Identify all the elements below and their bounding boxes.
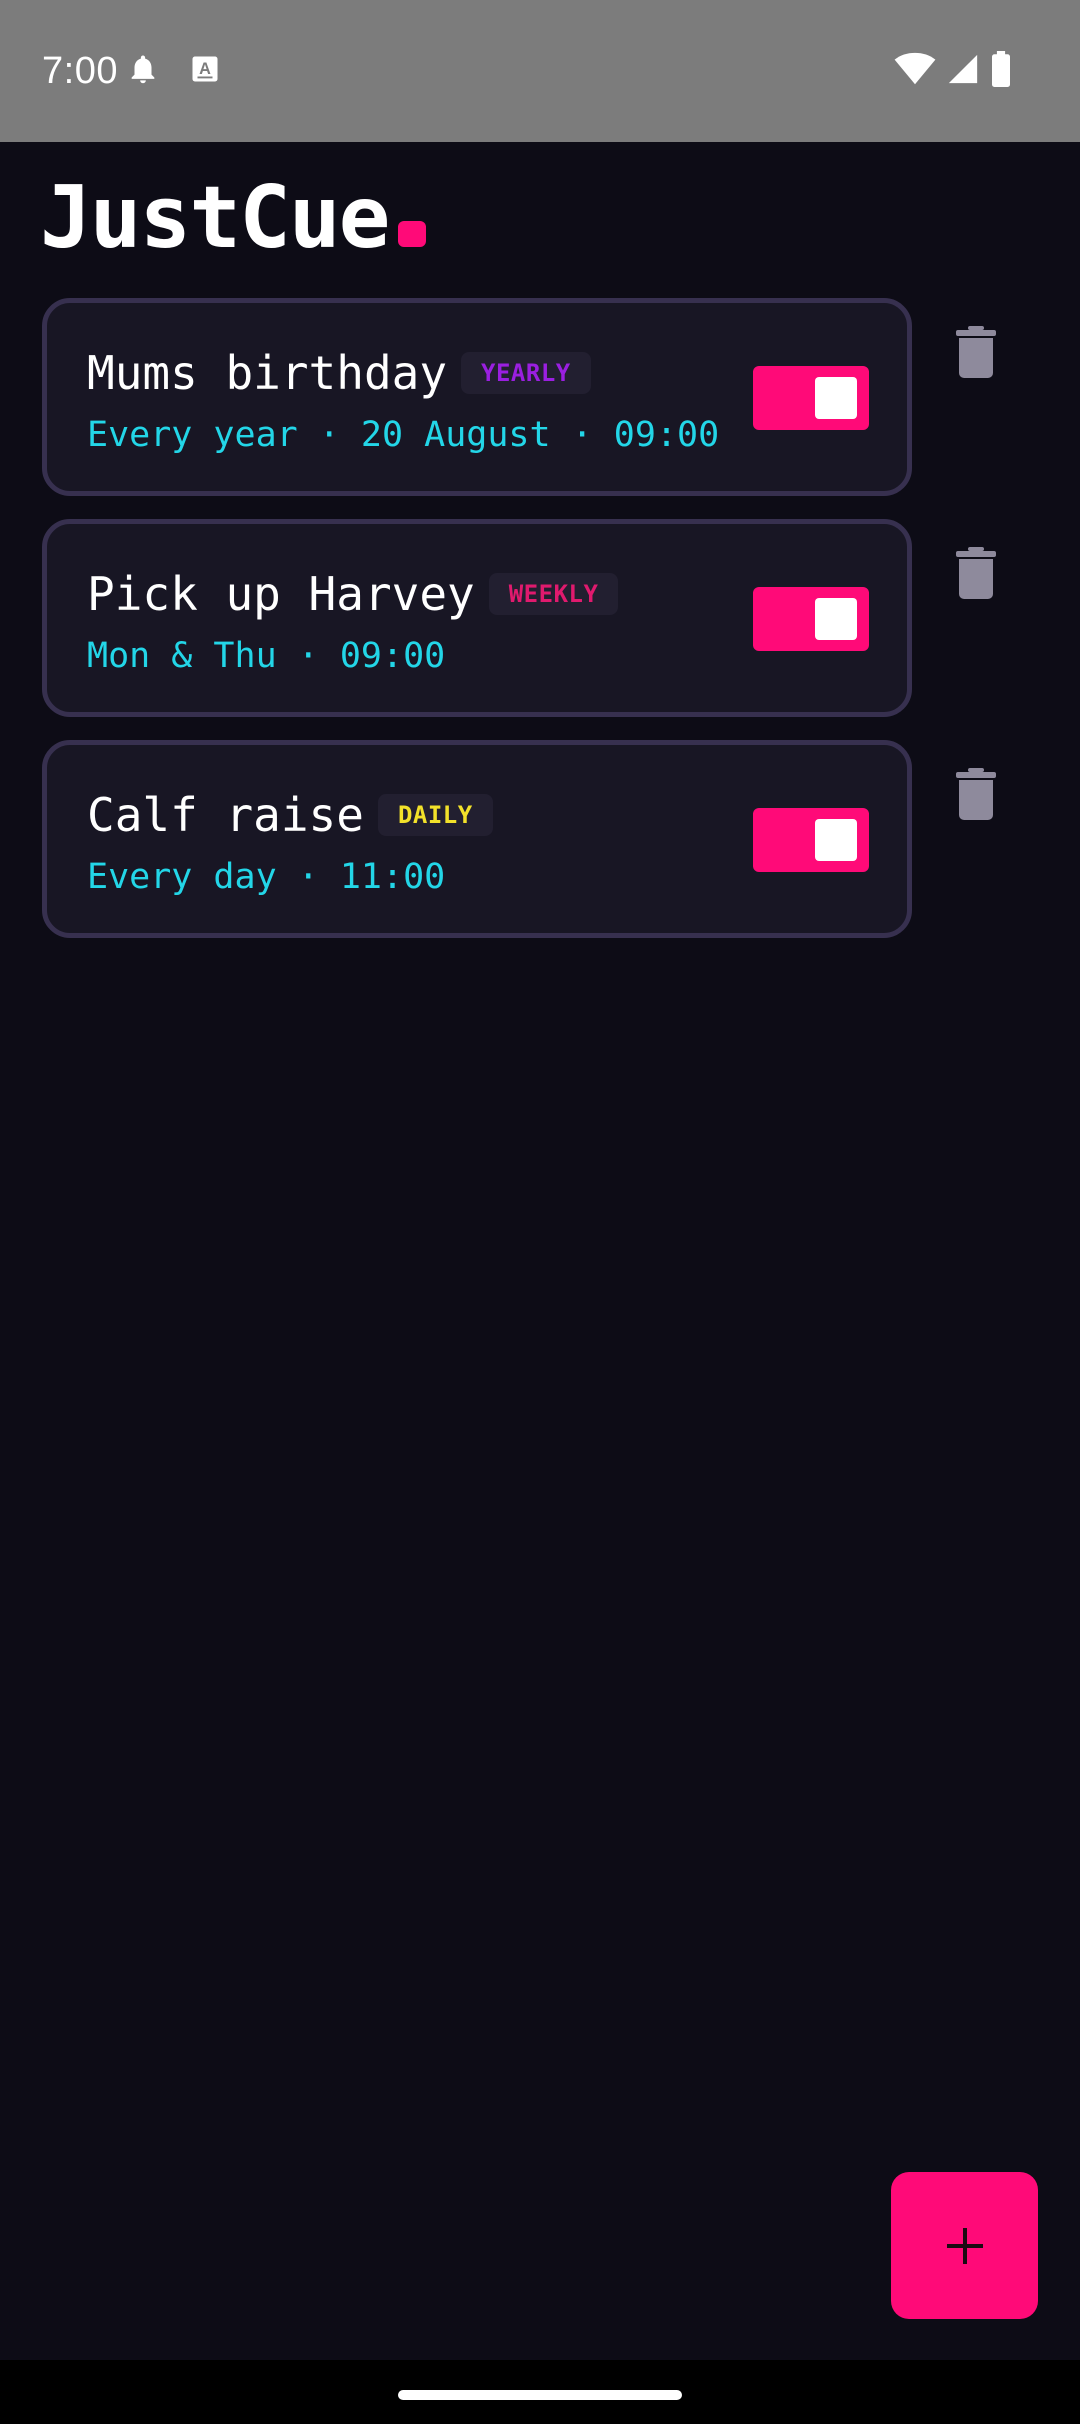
reminder-schedule: Every day · 11:00 <box>87 857 446 897</box>
reminder-title-row: Pick up Harvey WEEKLY <box>87 566 619 622</box>
wifi-icon <box>894 52 936 86</box>
reminder-schedule: Mon & Thu · 09:00 <box>87 636 446 676</box>
reminder-title: Mums birthday <box>87 346 448 400</box>
trash-icon <box>956 547 996 599</box>
toggle-knob <box>815 819 857 861</box>
reminder-card[interactable]: Calf raise DAILY Every day · 11:00 <box>42 740 912 938</box>
reminder-enabled-toggle[interactable] <box>753 366 869 430</box>
delete-reminder-button[interactable] <box>950 322 1002 382</box>
delete-reminder-button[interactable] <box>950 764 1002 824</box>
keyboard-a-icon: A <box>190 54 220 84</box>
app-title: JustCue <box>40 168 427 268</box>
navigation-bar <box>0 2360 1080 2424</box>
plus-icon <box>946 2227 983 2264</box>
frequency-badge: DAILY <box>377 794 493 836</box>
trash-icon <box>956 768 996 820</box>
reminder-title: Calf raise <box>87 788 364 842</box>
status-bar: 7:00 A <box>0 0 1080 142</box>
toggle-knob <box>815 598 857 640</box>
reminder-title: Pick up Harvey <box>87 567 475 621</box>
status-time: 7:00 <box>42 50 118 92</box>
trash-icon <box>956 326 996 378</box>
add-reminder-button[interactable] <box>891 2172 1038 2319</box>
cell-signal-icon <box>946 52 980 86</box>
status-notification-icons: A <box>126 51 220 87</box>
delete-reminder-button[interactable] <box>950 543 1002 603</box>
reminder-card[interactable]: Mums birthday YEARLY Every year · 20 Aug… <box>42 298 912 496</box>
reminder-title-row: Mums birthday YEARLY <box>87 345 591 401</box>
bell-icon <box>126 51 160 87</box>
svg-text:A: A <box>199 60 211 78</box>
reminder-schedule: Every year · 20 August · 09:00 <box>87 415 720 455</box>
title-accent-dot <box>398 221 427 247</box>
home-indicator[interactable] <box>398 2390 682 2400</box>
reminder-enabled-toggle[interactable] <box>753 587 869 651</box>
app-title-text: JustCue <box>40 168 390 268</box>
frequency-badge: WEEKLY <box>488 573 619 615</box>
toggle-knob <box>815 377 857 419</box>
status-system-icons <box>894 51 1012 87</box>
battery-icon <box>990 51 1012 87</box>
frequency-badge: YEARLY <box>461 352 591 394</box>
reminder-enabled-toggle[interactable] <box>753 808 869 872</box>
reminder-card[interactable]: Pick up Harvey WEEKLY Mon & Thu · 09:00 <box>42 519 912 717</box>
reminder-title-row: Calf raise DAILY <box>87 787 493 843</box>
